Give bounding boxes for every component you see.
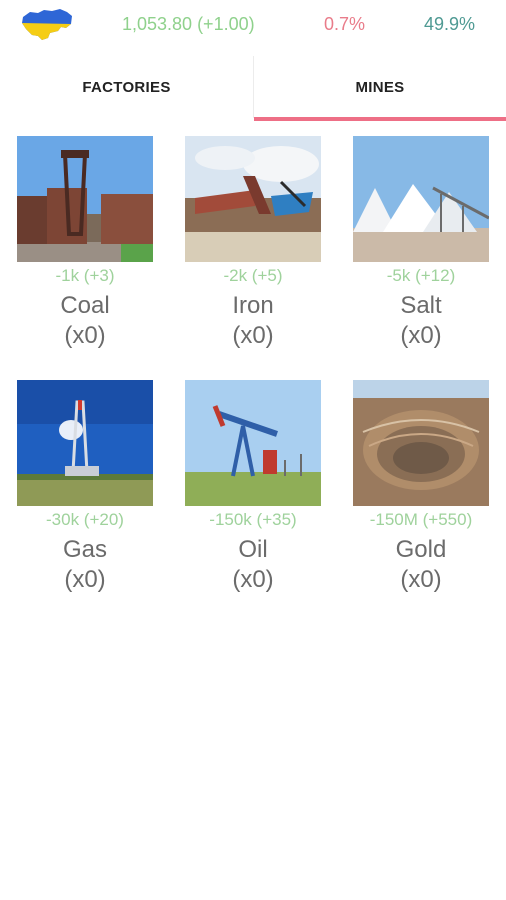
mine-count: (x0)	[64, 566, 106, 593]
mine-price: -5k (+12)	[386, 266, 456, 285]
mine-name: Coal	[60, 292, 110, 319]
mine-count: (x0)	[232, 566, 274, 593]
money-value: 1,053.80 (+1.00)	[122, 14, 255, 34]
mine-name: Salt	[400, 292, 442, 319]
tab-bar: FACTORIES MINES	[0, 52, 506, 122]
mine-count: (x0)	[232, 322, 274, 349]
mine-price: -2k (+5)	[223, 266, 283, 285]
salt-mine-image	[353, 136, 489, 262]
mine-price: -30k (+20)	[46, 510, 124, 529]
percent-left: 0.7%	[324, 14, 366, 34]
mine-name: Iron	[232, 292, 274, 319]
mine-card-oil[interactable]: -150k (+35) Oil (x0)	[184, 380, 322, 594]
mine-name: Gas	[62, 536, 107, 563]
mine-card-salt[interactable]: -5k (+12) Salt (x0)	[352, 136, 490, 350]
ukraine-flag-icon[interactable]	[20, 7, 74, 43]
iron-mine-image	[185, 136, 321, 262]
tab-factories[interactable]: FACTORIES	[0, 52, 253, 122]
top-bar: 1,053.80 (+1.00) 0.7% 49.9%	[0, 0, 506, 52]
active-tab-indicator	[254, 117, 506, 121]
mine-card-iron[interactable]: -2k (+5) Iron (x0)	[184, 136, 322, 350]
mine-card-coal[interactable]: -1k (+3) Coal (x0)	[16, 136, 154, 350]
mine-name: Gold	[395, 536, 447, 563]
mine-count: (x0)	[64, 322, 106, 349]
gold-mine-image	[353, 380, 489, 506]
mine-price: -150k (+35)	[209, 510, 297, 529]
mine-card-gold[interactable]: -150M (+550) Gold (x0)	[352, 380, 490, 594]
tab-mines[interactable]: MINES	[254, 52, 506, 122]
mine-card-gas[interactable]: -30k (+20) Gas (x0)	[16, 380, 154, 594]
mine-count: (x0)	[400, 566, 442, 593]
gas-rig-image	[17, 380, 153, 506]
mine-price: -1k (+3)	[55, 266, 115, 285]
mine-price: -150M (+550)	[369, 510, 473, 529]
mine-name: Oil	[238, 536, 268, 563]
coal-mine-image	[17, 136, 153, 262]
percent-right: 49.9%	[424, 14, 476, 34]
mine-count: (x0)	[400, 322, 442, 349]
oil-pump-image	[185, 380, 321, 506]
